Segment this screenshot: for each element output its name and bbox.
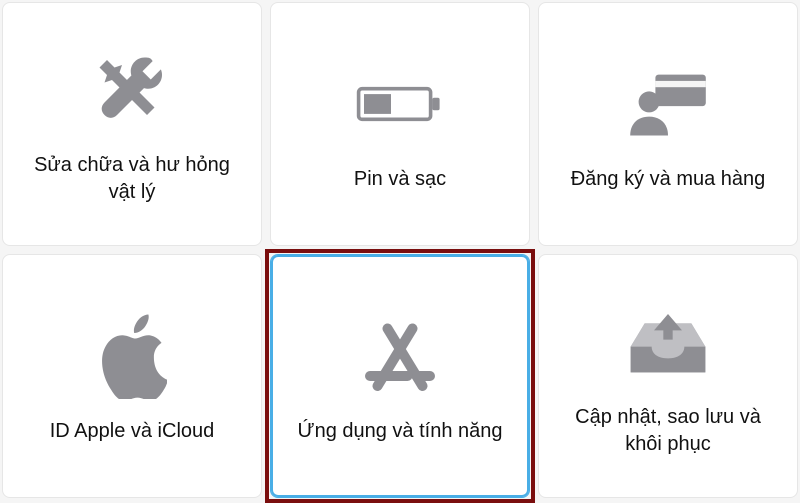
card-apps-features[interactable]: Ứng dụng và tính năng	[270, 254, 530, 498]
support-topic-grid: Sửa chữa và hư hỏng vật lý Pin và sạc	[2, 2, 798, 498]
card-label: Pin và sạc	[354, 166, 446, 193]
download-inbox-icon	[620, 294, 716, 390]
card-label: Sửa chữa và hư hỏng vật lý	[22, 152, 242, 206]
tools-icon	[84, 42, 180, 138]
card-label: ID Apple và iCloud	[50, 418, 215, 445]
card-repair-damage[interactable]: Sửa chữa và hư hỏng vật lý	[2, 2, 262, 246]
appstore-icon	[352, 308, 448, 404]
apple-logo-icon	[84, 308, 180, 404]
card-label: Cập nhật, sao lưu và khôi phục	[558, 404, 778, 458]
card-label: Ứng dụng và tính năng	[297, 418, 502, 445]
subscribe-icon	[620, 56, 716, 152]
battery-icon	[352, 56, 448, 152]
card-label: Đăng ký và mua hàng	[571, 166, 766, 193]
card-update-backup-restore[interactable]: Cập nhật, sao lưu và khôi phục	[538, 254, 798, 498]
card-battery-charging[interactable]: Pin và sạc	[270, 2, 530, 246]
card-subscriptions-purchases[interactable]: Đăng ký và mua hàng	[538, 2, 798, 246]
card-apple-id-icloud[interactable]: ID Apple và iCloud	[2, 254, 262, 498]
